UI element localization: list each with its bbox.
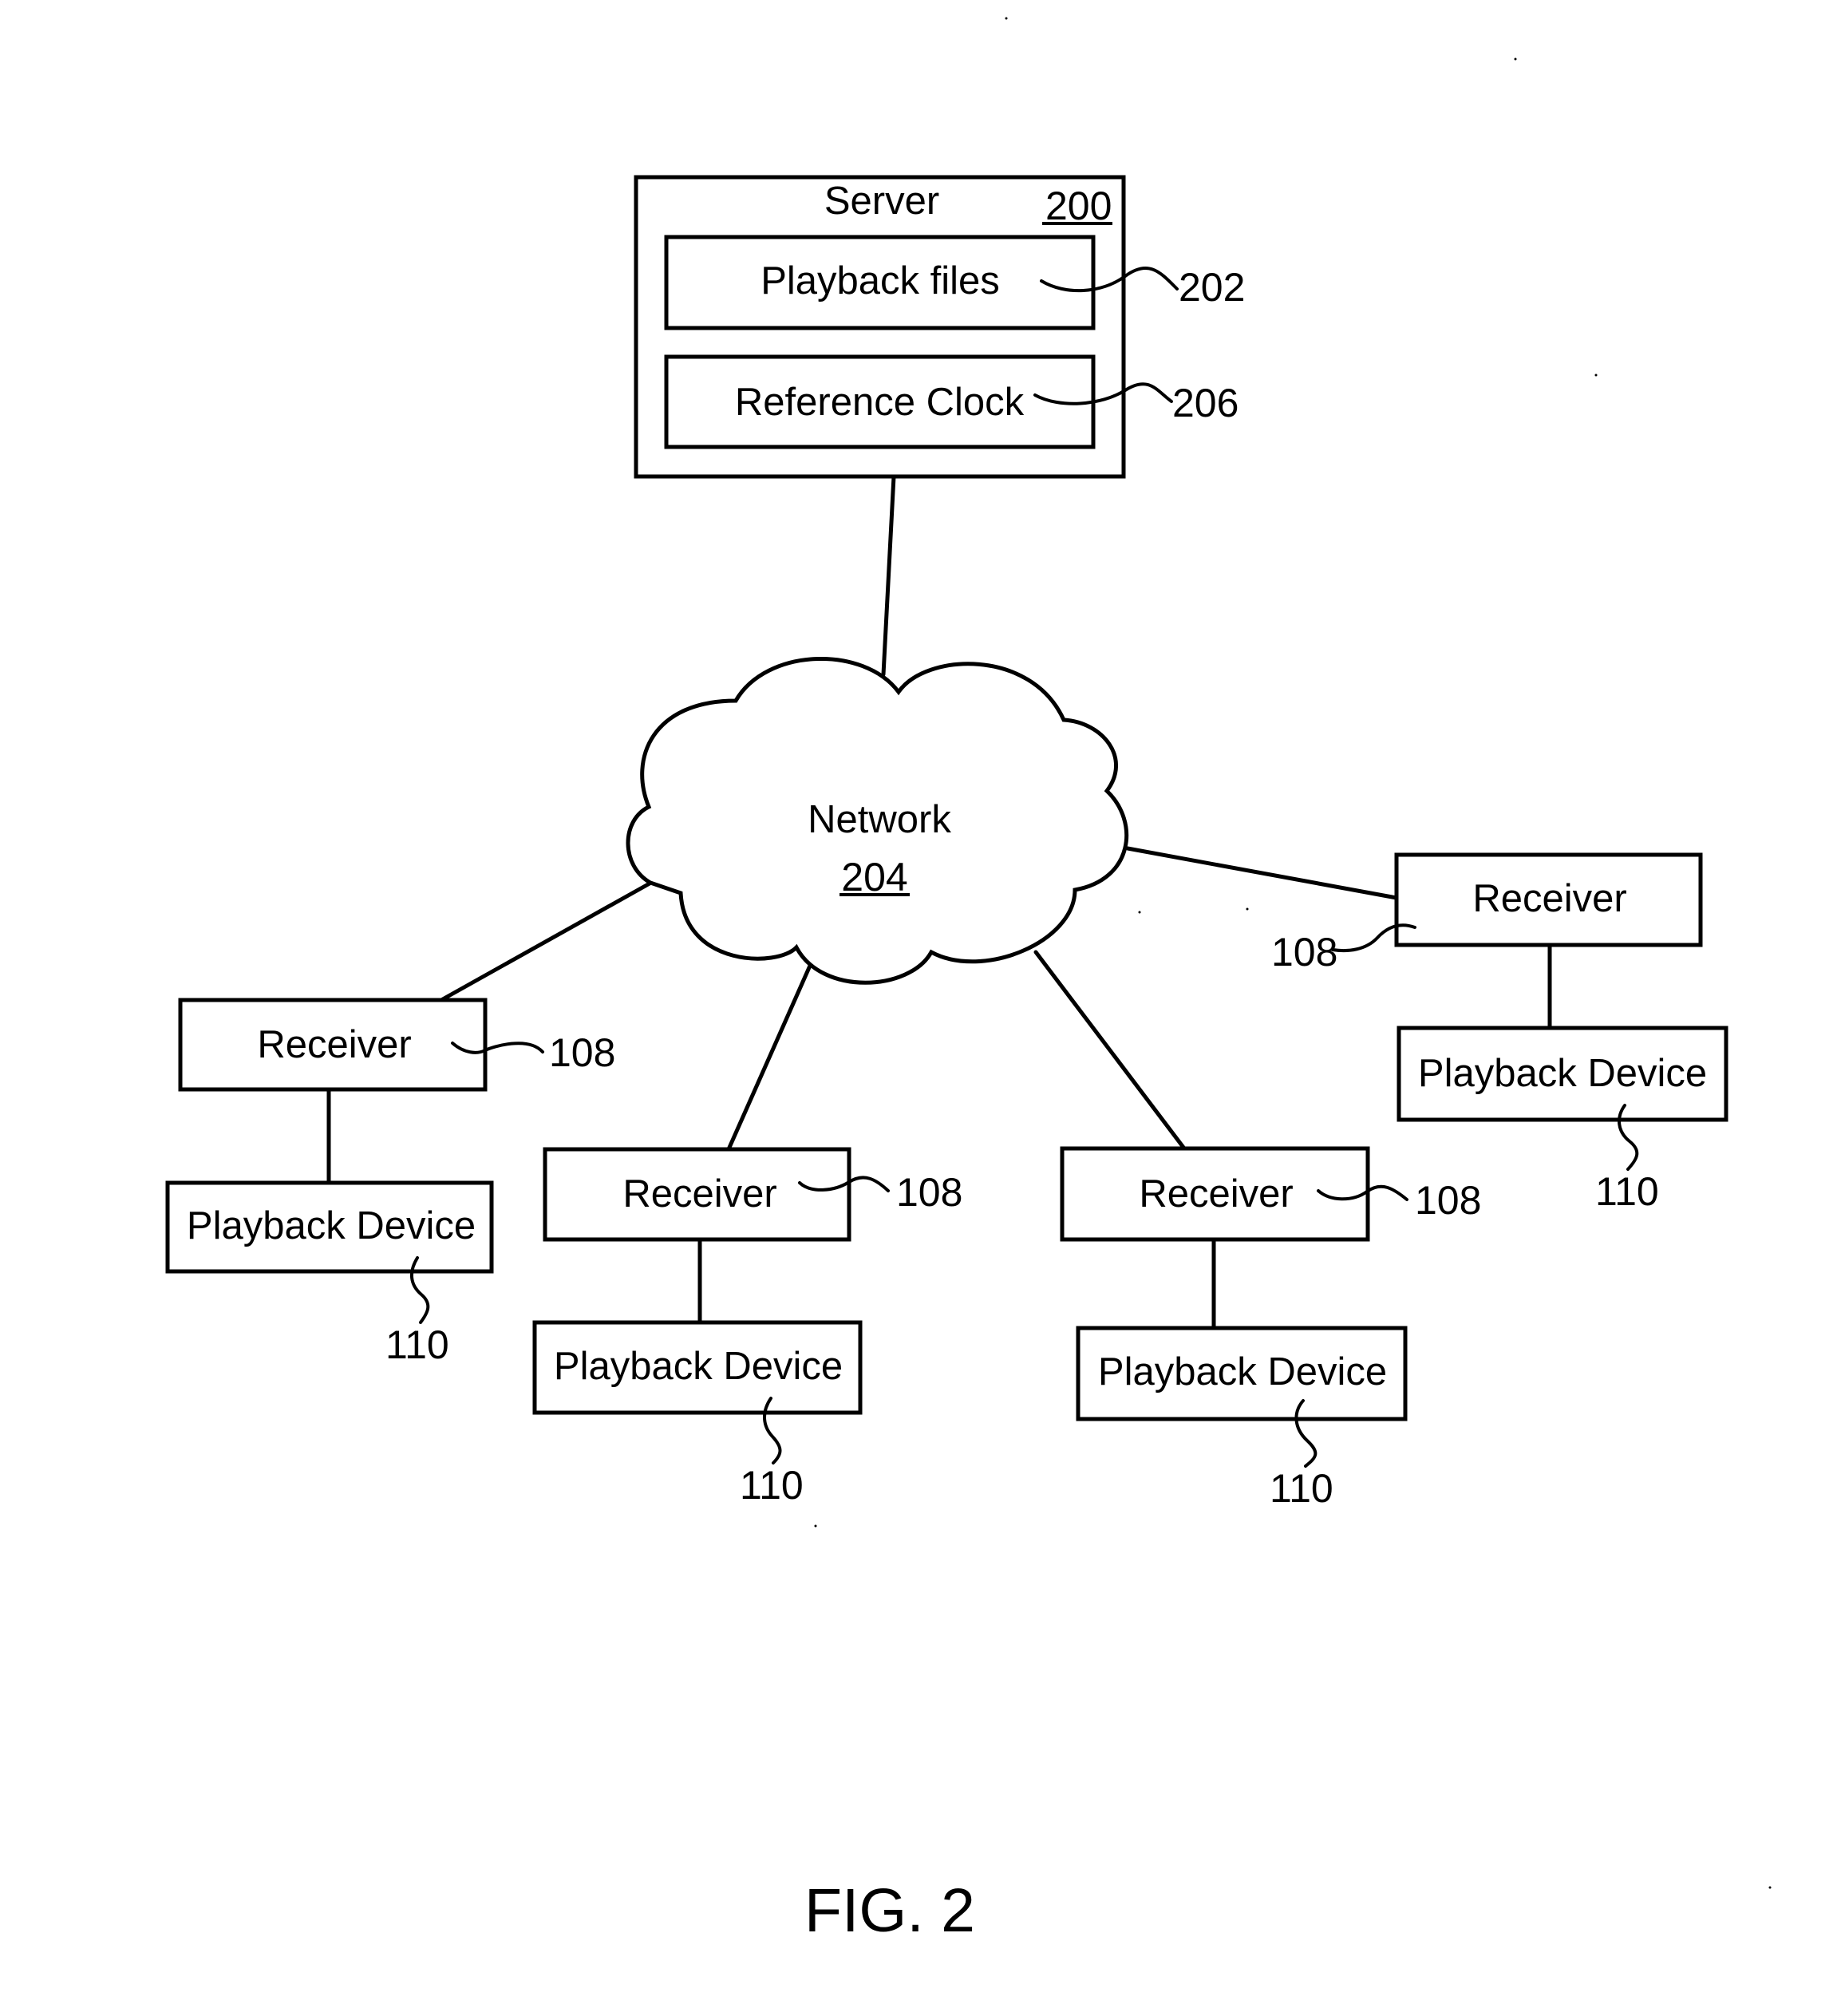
playback-device-label: Playback Device [1098,1350,1387,1393]
network-cloud: Network 204 [626,656,1129,985]
network-label: Network [808,798,951,841]
receiver-ref: 108 [549,1030,615,1075]
playback-files-label: Playback files [760,259,1000,302]
playback-device-label: Playback Device [554,1345,843,1388]
ref-label-202: 202 [1179,265,1245,310]
playback-device-label: Playback Device [187,1204,476,1247]
link-server-network [881,474,896,677]
receiver-label: Receiver [1139,1172,1293,1216]
patent-figure: Server 200 Playback files Reference Cloc… [165,17,1772,1945]
receiver-ref: 108 [896,1170,962,1215]
receiver-ref: 108 [1415,1178,1481,1223]
receiver-label: Receiver [1472,877,1626,920]
receiver-group-3: Receiver 108 Playback Device 110 [1060,1146,1481,1511]
device-ref: 110 [1270,1466,1333,1511]
receiver-label: Receiver [622,1172,776,1216]
link-network-receiver-3 [1033,950,1187,1151]
server-title: Server [824,180,939,223]
reference-clock-label: Reference Clock [735,381,1025,424]
device-ref: 110 [385,1322,449,1367]
link-network-receiver-1 [439,881,652,1002]
device-ref: 110 [740,1463,804,1508]
figure-label: FIG. 2 [804,1876,975,1945]
server-ref: 200 [1045,184,1112,228]
playback-device-label: Playback Device [1418,1052,1707,1095]
server-block: Server 200 Playback files Reference Cloc… [634,175,1126,479]
receiver-ref: 108 [1271,930,1337,974]
network-ref: 204 [841,855,907,899]
ref-label-206: 206 [1172,381,1239,425]
link-network-receiver-4 [1125,846,1399,900]
receiver-group-2: Receiver 108 Playback Device 110 [532,1147,962,1508]
device-ref: 110 [1595,1169,1659,1214]
link-network-receiver-2 [726,963,812,1152]
receiver-label: Receiver [257,1023,411,1066]
